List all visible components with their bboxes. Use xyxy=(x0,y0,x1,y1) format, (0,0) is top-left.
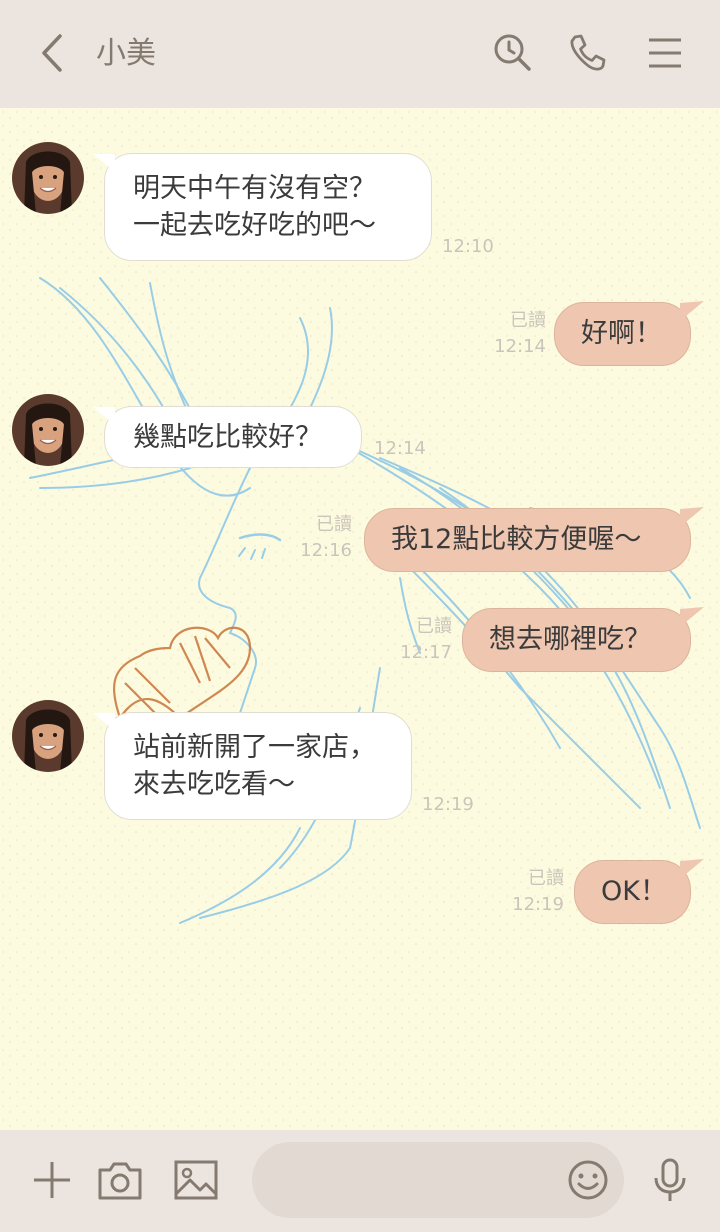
plus-icon[interactable] xyxy=(28,1156,76,1204)
message-text-line: 來去吃吃看～ xyxy=(133,769,295,800)
message-bubble-outgoing[interactable]: OK！ xyxy=(574,859,704,924)
read-receipt: 已讀 xyxy=(416,616,452,637)
bubble-tail xyxy=(680,301,704,321)
search-clock-icon[interactable] xyxy=(492,32,534,74)
message-text: OK！ xyxy=(601,876,667,907)
message-text: 好啊！ xyxy=(581,318,662,349)
message-bubble-outgoing[interactable]: 好啊！ xyxy=(554,301,704,366)
bubble-tail xyxy=(93,713,115,731)
bubble-tail xyxy=(680,507,704,527)
message-timestamp: 12:19 xyxy=(512,894,564,915)
camera-icon[interactable] xyxy=(96,1156,144,1204)
message-timestamp: 12:16 xyxy=(300,540,352,561)
avatar-photo-icon xyxy=(12,142,84,214)
contact-avatar[interactable] xyxy=(12,394,84,466)
avatar-photo-icon xyxy=(12,700,84,772)
message-text-line: 一起去吃好吃的吧～ xyxy=(133,210,376,241)
message-read-meta: 已讀 12:14 xyxy=(490,308,546,360)
message-timestamp: 12:19 xyxy=(422,794,474,815)
read-receipt: 已讀 xyxy=(316,514,352,535)
message-timestamp: 12:14 xyxy=(374,438,426,459)
message-timestamp: 12:17 xyxy=(400,642,452,663)
message-timestamp: 12:14 xyxy=(494,336,546,357)
microphone-icon[interactable] xyxy=(646,1156,694,1204)
bubble-tail xyxy=(93,154,115,172)
avatar-photo-icon xyxy=(12,394,84,466)
image-icon[interactable] xyxy=(172,1156,220,1204)
message-input-bar xyxy=(0,1130,720,1232)
message-bubble-incoming[interactable]: 明天中午有沒有空？ 一起去吃好吃的吧～ xyxy=(93,153,432,261)
message-text-line: 明天中午有沒有空？ xyxy=(133,173,376,204)
menu-icon[interactable] xyxy=(644,32,686,74)
message-text: 我12點比較方便喔～ xyxy=(391,524,642,555)
chat-title[interactable]: 小美 xyxy=(96,36,156,72)
phone-icon[interactable] xyxy=(566,32,608,74)
message-timestamp: 12:10 xyxy=(442,236,494,257)
bubble-tail xyxy=(680,859,704,879)
contact-avatar[interactable] xyxy=(12,700,84,772)
message-read-meta: 已讀 12:17 xyxy=(396,614,452,666)
emoji-icon[interactable] xyxy=(564,1156,612,1204)
message-bubble-incoming[interactable]: 幾點吃比較好？ xyxy=(93,406,362,468)
message-text: 想去哪裡吃？ xyxy=(489,624,651,655)
message-bubble-outgoing[interactable]: 我12點比較方便喔～ xyxy=(364,507,704,572)
message-read-meta: 已讀 12:19 xyxy=(508,866,564,918)
back-arrow-icon[interactable] xyxy=(30,30,76,76)
message-bubble-outgoing[interactable]: 想去哪裡吃？ xyxy=(462,607,704,672)
bubble-tail xyxy=(680,607,704,627)
message-bubble-incoming[interactable]: 站前新開了一家店， 來去吃吃看～ xyxy=(93,712,412,820)
read-receipt: 已讀 xyxy=(528,868,564,889)
bubble-tail xyxy=(93,407,115,425)
contact-avatar[interactable] xyxy=(12,142,84,214)
read-receipt: 已讀 xyxy=(510,310,546,331)
message-text-line: 站前新開了一家店， xyxy=(133,732,376,763)
message-text-line: 幾點吃比較好？ xyxy=(133,422,322,453)
message-read-meta: 已讀 12:16 xyxy=(296,512,352,564)
chat-header: 小美 xyxy=(0,0,720,108)
chat-area[interactable]: 明天中午有沒有空？ 一起去吃好吃的吧～ 12:10 已讀 12:14 好啊！ 幾… xyxy=(0,108,720,1130)
